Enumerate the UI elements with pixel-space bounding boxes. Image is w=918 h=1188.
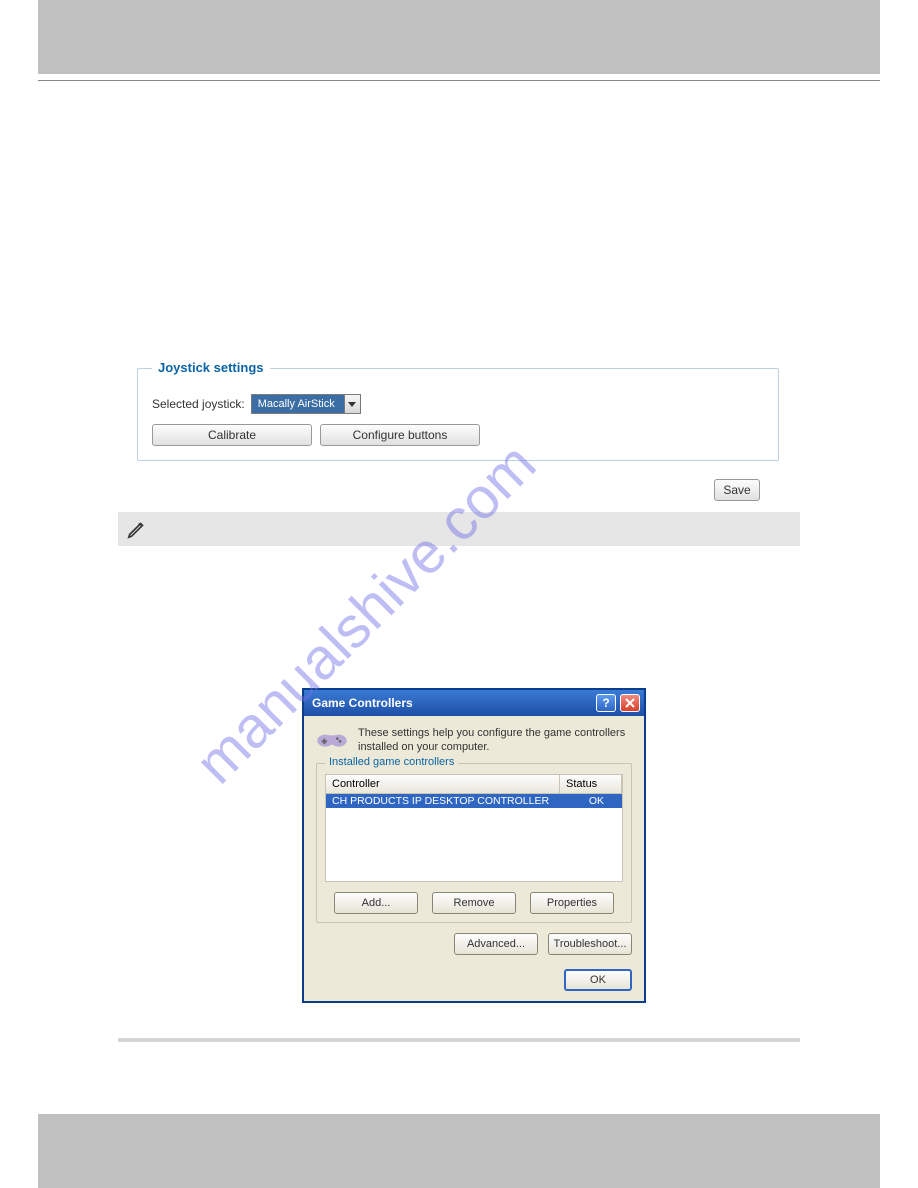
controller-header: Controller [326, 775, 560, 793]
dialog-title: Game Controllers [312, 696, 413, 710]
controller-table-header: Controller Status [325, 774, 623, 794]
installed-controllers-group: Installed game controllers Controller St… [316, 763, 632, 923]
controller-list[interactable]: CH PRODUCTS IP DESKTOP CONTROLLER OK [325, 794, 623, 882]
pencil-icon [126, 518, 148, 540]
troubleshoot-button[interactable]: Troubleshoot... [548, 933, 632, 955]
advanced-button[interactable]: Advanced... [454, 933, 538, 955]
installed-controllers-title: Installed game controllers [325, 756, 458, 768]
properties-button[interactable]: Properties [530, 892, 614, 914]
chevron-down-icon[interactable] [344, 395, 360, 413]
joystick-settings-title: Joystick settings [152, 360, 270, 375]
help-icon[interactable]: ? [596, 694, 616, 712]
joystick-dropdown-value: Macally AirStick [252, 395, 344, 413]
calibrate-button[interactable]: Calibrate [152, 424, 312, 446]
joystick-settings-group: Joystick settings Selected joystick: Mac… [137, 368, 779, 461]
page-header-bar [38, 0, 880, 74]
controller-status: OK [560, 795, 616, 807]
dialog-description: These settings help you configure the ga… [358, 726, 632, 755]
controller-name: CH PRODUCTS IP DESKTOP CONTROLLER [332, 795, 560, 807]
joystick-dropdown[interactable]: Macally AirStick [251, 394, 361, 414]
header-divider [38, 80, 880, 81]
selected-joystick-label: Selected joystick: [152, 397, 245, 411]
dialog-titlebar[interactable]: Game Controllers ? [304, 690, 644, 716]
table-row[interactable]: CH PRODUCTS IP DESKTOP CONTROLLER OK [326, 794, 622, 808]
page-footer-bar [38, 1114, 880, 1188]
add-button[interactable]: Add... [334, 892, 418, 914]
configure-buttons-button[interactable]: Configure buttons [320, 424, 480, 446]
bottom-divider [118, 1038, 800, 1042]
status-header: Status [560, 775, 622, 793]
save-button[interactable]: Save [714, 479, 760, 501]
game-controllers-dialog: Game Controllers ? These sett [302, 688, 646, 1003]
close-icon[interactable] [620, 694, 640, 712]
note-bar [118, 512, 800, 546]
ok-button[interactable]: OK [564, 969, 632, 991]
gamepad-icon [316, 726, 348, 750]
remove-button[interactable]: Remove [432, 892, 516, 914]
